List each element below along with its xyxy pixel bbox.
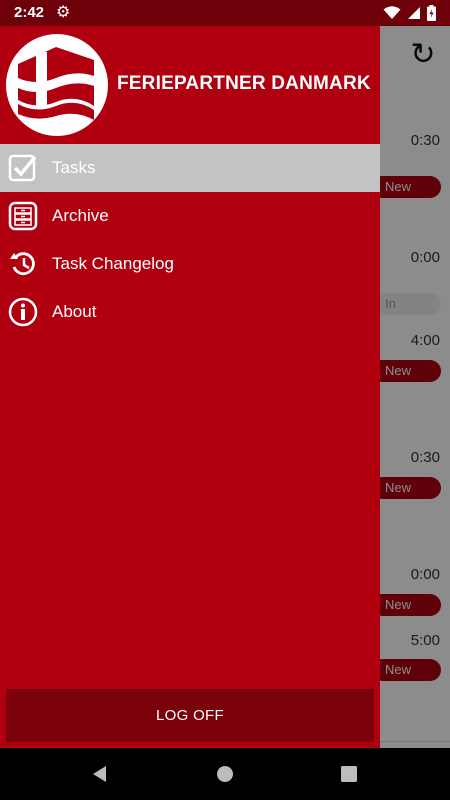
brand-logo [6,34,108,136]
status-time: 2:42 [14,4,45,21]
drawer-header: FERIEPARTNER DANMARK [0,26,380,144]
wifi-icon [383,6,401,19]
cabinet-icon [8,201,38,231]
menu-item-label: Tasks [52,158,96,177]
recents-icon[interactable] [337,762,361,786]
status-bar: 2:42 ⚙ [0,0,450,26]
home-icon[interactable] [213,762,237,786]
system-nav-bar [0,748,450,800]
app-screen: ↻ 0:30 New 0:00 In progress 4:00 New 0:3… [0,0,450,800]
info-icon [8,297,38,327]
battery-icon [427,5,436,21]
back-icon[interactable] [88,762,112,786]
menu-item-label: About [52,302,97,321]
menu-item-tasks[interactable]: Tasks [0,144,380,192]
menu-item-archive[interactable]: Archive [0,192,380,240]
menu-item-label: Task Changelog [52,254,174,273]
menu-item-label: Archive [52,206,109,225]
checkbox-icon [8,154,37,182]
house-flag-logo-icon [18,47,94,122]
menu-item-about[interactable]: About [0,288,380,336]
navigation-drawer: FERIEPARTNER DANMARK Tasks Archive Task … [0,26,380,748]
history-icon [10,252,35,276]
log-off-button[interactable]: LOG OFF [6,689,374,742]
menu-item-task-changelog[interactable]: Task Changelog [0,240,380,288]
brand-name: FERIEPARTNER DANMARK [117,73,371,94]
signal-icon [408,7,420,19]
status-icons [383,4,436,22]
settings-gear-icon: ⚙ [56,2,71,21]
